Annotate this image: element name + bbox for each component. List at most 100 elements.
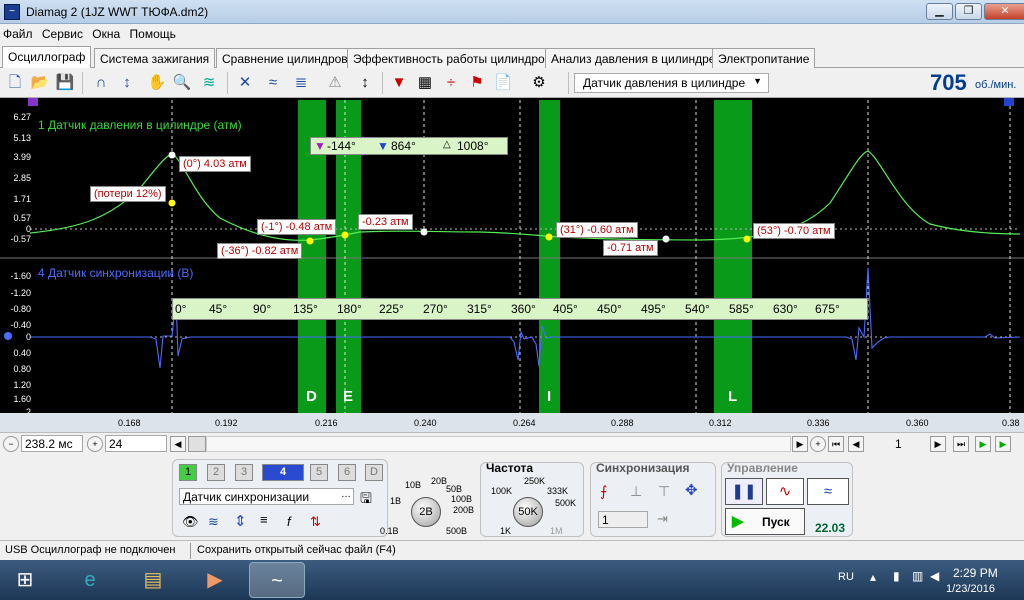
network-icon[interactable]: ▥ [912, 569, 923, 583]
scroll-left-icon[interactable]: ◀ [170, 436, 186, 452]
channel-4-button[interactable]: 4 [262, 464, 304, 481]
volume-icon[interactable]: ◀ [930, 569, 939, 583]
open-folder-icon[interactable]: 📂 [29, 72, 51, 94]
waveform-icon: ~ [4, 4, 20, 20]
rising-edge-icon[interactable]: ⨍ [600, 483, 607, 500]
tab-cylinder-efficiency[interactable]: Эффективность работы цилиндров [347, 48, 558, 68]
media-player-icon[interactable]: ▶ [187, 562, 243, 598]
angle-ruler[interactable]: 0° 45° 90° 135° 180° 225° 270° 315° 360°… [172, 298, 868, 320]
sine-wave-icon[interactable]: ∿ [766, 478, 804, 505]
prev-page-icon[interactable]: ◀ [848, 436, 864, 452]
hand-pan-icon[interactable]: ✋ [146, 72, 168, 94]
multi-wave-icon[interactable]: ≈ [262, 72, 284, 94]
amplitude-knob[interactable]: 2В [411, 497, 441, 527]
wave-filter-icon[interactable]: ≋ [208, 514, 219, 530]
menu-windows[interactable]: Окна [89, 24, 123, 44]
channel-3-button[interactable]: 3 [235, 464, 253, 481]
language-indicator[interactable]: RU [838, 571, 854, 583]
sync-settings-icon[interactable]: ✥ [685, 481, 698, 499]
next-page-icon[interactable]: ▶ [930, 436, 946, 452]
divide-icon[interactable]: ÷ [440, 72, 462, 94]
zoom-in-icon[interactable]: + [87, 436, 103, 452]
up-edge-icon[interactable]: ⊥ [630, 483, 642, 500]
amp-label: 10В [405, 480, 422, 490]
grid-icon[interactable]: ▦ [414, 72, 436, 94]
down-edge-icon[interactable]: ⊤ [658, 483, 670, 500]
tab-oscilloscope[interactable]: Осциллограф [2, 46, 92, 69]
menu-help[interactable]: Помощь [127, 24, 179, 44]
tab-ignition[interactable]: Система зажигания [94, 48, 216, 68]
callout-peak: (0°) 4.03 атм [179, 156, 251, 172]
invert-icon[interactable]: ⇅ [310, 514, 321, 530]
cursor-measure-icon[interactable]: ↕ [116, 72, 138, 94]
zoom-icon[interactable]: 🔍 [171, 72, 193, 94]
flag-icon[interactable]: ⚑ [466, 72, 488, 94]
menu-service[interactable]: Сервис [39, 24, 86, 44]
timebase-select[interactable]: 238.2 мс [21, 435, 83, 452]
zoom-select[interactable]: 24 [105, 435, 167, 452]
tab-pressure-analysis[interactable]: Анализ давления в цилиндре [545, 48, 722, 68]
channel-source-input[interactable]: Датчик синхронизации… [179, 488, 354, 505]
start-orb-icon[interactable]: ⊞ [2, 562, 48, 598]
scrollbar-thumb[interactable] [188, 436, 206, 452]
cursor-filter-icon[interactable]: ▼ [388, 72, 410, 94]
diamag-task-icon[interactable]: ~ [249, 562, 305, 598]
minimize-button[interactable]: ▁ [926, 3, 953, 20]
eye-icon[interactable]: 👁 [182, 514, 199, 530]
sync-channel-select[interactable]: 1 [598, 511, 648, 528]
menu-file[interactable]: Файл [0, 24, 36, 44]
amp-label: 0.1В [380, 526, 399, 536]
save-icon[interactable]: 💾 [54, 72, 76, 94]
channel-5-button[interactable]: 5 [310, 464, 328, 481]
sensor-select[interactable]: Датчик давления в цилиндре ▼ [574, 73, 769, 93]
ytick: -0.80 [10, 304, 31, 314]
frequency-knob[interactable]: 50K [513, 497, 543, 527]
channel-6-button[interactable]: 6 [338, 464, 356, 481]
filter-icon[interactable]: ≋ [198, 72, 220, 94]
ytick: 2.85 [13, 173, 31, 183]
lines-icon[interactable]: ≡ [260, 512, 268, 527]
tab-cylinder-compare[interactable]: Сравнение цилиндров [216, 48, 354, 68]
last-page-icon[interactable]: ⏭ [953, 436, 969, 452]
notes-icon[interactable]: 📄 [492, 72, 514, 94]
auto-settings-icon[interactable]: ⚙ [528, 72, 550, 94]
zoom-out-icon[interactable]: − [3, 436, 19, 452]
multi-wave-mode-icon[interactable]: ≈ [807, 478, 849, 505]
tray-expand-icon[interactable]: ▴ [870, 570, 876, 584]
channel-digital-button[interactable]: D [365, 464, 383, 481]
xtick: 0.360 [906, 418, 929, 428]
save-channel-icon[interactable]: 🖫 [360, 488, 372, 512]
internet-explorer-icon[interactable]: e [62, 562, 118, 598]
first-page-icon[interactable]: ⏮ [828, 436, 844, 452]
xtick: 0.240 [414, 418, 437, 428]
wave-stack-icon[interactable]: ≣ [290, 72, 312, 94]
battery-icon[interactable]: ▮ [893, 569, 900, 583]
cursor-readout[interactable]: ▼ -144° ▼ 864° △ 1008° [310, 137, 508, 155]
channel-2-button[interactable]: 2 [207, 464, 225, 481]
tab-power[interactable]: Электропитание [712, 48, 816, 68]
maximize-button[interactable]: ❐ [955, 3, 982, 20]
headphones-icon[interactable]: ∩ [90, 72, 112, 94]
invert-wave-icon[interactable]: ✕ [234, 72, 256, 94]
scroll-right-icon[interactable]: ▶ [792, 436, 808, 452]
close-button[interactable]: ✕ [984, 3, 1024, 20]
pause-button[interactable]: ❚❚ [725, 478, 763, 505]
add-icon[interactable]: + [810, 436, 826, 452]
reset-zero-icon[interactable]: ↕ [354, 72, 376, 94]
function-icon[interactable]: f [287, 514, 291, 529]
clock-date[interactable]: 1/23/2016 [946, 583, 995, 595]
vertical-scale-icon[interactable]: ⇕ [234, 512, 247, 530]
ytick: 0 [25, 332, 31, 342]
file-explorer-icon[interactable]: ▤ [125, 562, 181, 598]
channel-1-button[interactable]: 1 [179, 464, 197, 481]
oscilloscope-view[interactable]: 1 Датчик давления в цилиндре (атм) 4 Дат… [0, 98, 1024, 432]
play-icon[interactable]: ▶ [975, 436, 991, 452]
play-loop-icon[interactable]: ▶ [995, 436, 1011, 452]
auto-sync-icon[interactable]: ⚠ [324, 72, 346, 94]
start-button[interactable]: ▶ Пуск [725, 508, 805, 535]
new-file-icon[interactable]: 🗋 [4, 72, 26, 94]
sync-arrows-icon[interactable]: ⇥ [657, 511, 668, 527]
clock-time[interactable]: 2:29 PM [953, 566, 998, 580]
ruler-tick: 135° [293, 302, 318, 316]
scrollbar-track[interactable] [206, 436, 791, 452]
